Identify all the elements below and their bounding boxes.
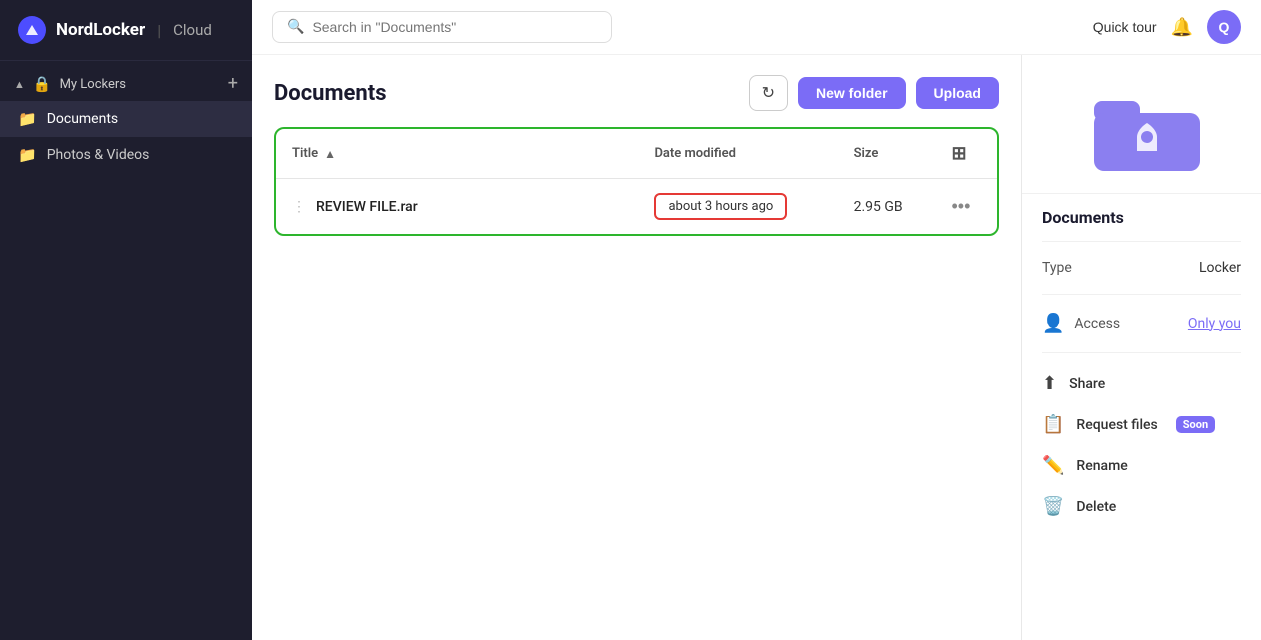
date-col-label: Date modified [654, 146, 735, 161]
folder-icon: 📁 [18, 110, 37, 128]
section-label: My Lockers [60, 77, 126, 92]
view-toggle-column-header: ⊞ [935, 129, 997, 179]
search-input[interactable] [312, 19, 597, 35]
title-column-header: Title ▲ [276, 129, 638, 179]
app-cloud-label: Cloud [173, 21, 212, 39]
share-action[interactable]: ⬆ Share [1022, 363, 1261, 404]
avatar-initials: Q [1219, 19, 1230, 35]
add-locker-button[interactable]: + [228, 75, 238, 93]
panel-divider-1 [1042, 241, 1241, 242]
delete-label: Delete [1076, 499, 1116, 515]
search-icon: 🔍 [287, 19, 304, 35]
date-modified-cell: about 3 hours ago [638, 179, 837, 235]
file-name: REVIEW FILE.rar [316, 199, 418, 215]
table-header-row: Title ▲ Date modified Size [276, 129, 997, 179]
logo-separator: | [157, 21, 161, 40]
panel-folder-name: Documents [1022, 194, 1261, 231]
access-row: 👤 Access Only you [1022, 305, 1261, 342]
delete-action[interactable]: 🗑️ Delete [1022, 486, 1261, 527]
grid-view-icon[interactable]: ⊞ [951, 143, 966, 164]
panel-divider-3 [1042, 352, 1241, 353]
search-box: 🔍 [272, 11, 612, 43]
sidebar-item-photos-label: Photos & Videos [47, 147, 150, 163]
file-browser-header: Documents ↻ New folder Upload [274, 75, 999, 111]
refresh-icon: ↻ [762, 83, 775, 103]
access-label: Access [1074, 316, 1120, 332]
request-files-action[interactable]: 📋 Request files Soon [1022, 404, 1261, 445]
date-modified-value: about 3 hours ago [654, 193, 787, 220]
share-label: Share [1069, 376, 1105, 392]
size-cell: 2.95 GB [838, 179, 936, 235]
upload-button[interactable]: Upload [916, 77, 999, 109]
table-row: ⋮ REVIEW FILE.rar about 3 hours ago 2.95… [276, 179, 997, 235]
request-files-icon: 📋 [1042, 414, 1064, 435]
request-files-label: Request files [1076, 417, 1157, 433]
my-lockers-section: ▲ 🔒 My Lockers + [0, 61, 252, 101]
sidebar-item-documents-label: Documents [47, 111, 118, 127]
soon-badge: Soon [1176, 416, 1215, 433]
access-row-inner: 👤 Access [1042, 313, 1120, 334]
app-name: NordLocker [56, 20, 145, 40]
header-bar: 🔍 Quick tour 🔔 Q [252, 0, 1261, 55]
sort-asc-icon: ▲ [324, 147, 336, 161]
folder-svg-icon [1092, 85, 1202, 175]
new-folder-button[interactable]: New folder [798, 77, 906, 109]
header-right: Quick tour 🔔 Q [1093, 10, 1241, 44]
file-browser: Documents ↻ New folder Upload [252, 55, 1021, 640]
sidebar-item-documents[interactable]: 📁 Documents [0, 101, 252, 137]
date-modified-column-header: Date modified [638, 129, 837, 179]
bell-icon: 🔔 [1171, 17, 1193, 38]
rename-label: Rename [1076, 458, 1127, 474]
size-col-label: Size [854, 146, 879, 161]
nordlocker-logo-icon [18, 16, 46, 44]
quick-tour-button[interactable]: Quick tour [1093, 19, 1157, 35]
avatar-button[interactable]: Q [1207, 10, 1241, 44]
drag-handle-icon: ⋮ [292, 199, 306, 215]
section-left: ▲ 🔒 My Lockers [14, 75, 126, 93]
more-options-cell: ••• [935, 179, 997, 235]
folder-preview [1022, 55, 1261, 194]
panel-divider-2 [1042, 294, 1241, 295]
right-panel: Documents Type Locker 👤 Access Only you … [1021, 55, 1261, 640]
sidebar-item-photos-videos[interactable]: 📁 Photos & Videos [0, 137, 252, 173]
more-options-button[interactable]: ••• [951, 196, 970, 217]
file-table: Title ▲ Date modified Size [276, 129, 997, 234]
logo-area: NordLocker | Cloud [0, 0, 252, 61]
chevron-up-icon: ▲ [14, 78, 25, 91]
type-label: Type [1042, 260, 1072, 276]
title-col-label: Title [292, 146, 318, 161]
ellipsis-icon: ••• [951, 196, 970, 217]
access-icon: 👤 [1042, 313, 1064, 334]
file-table-wrapper: Title ▲ Date modified Size [274, 127, 999, 236]
main-content: 🔍 Quick tour 🔔 Q Documents ↻ New folde [252, 0, 1261, 640]
sidebar: NordLocker | Cloud ▲ 🔒 My Lockers + 📁 Do… [0, 0, 252, 640]
toolbar-right: ↻ New folder Upload [749, 75, 999, 111]
locker-icon-sm: 🔒 [33, 75, 52, 93]
photos-icon: 📁 [18, 146, 37, 164]
file-name-cell: ⋮ REVIEW FILE.rar [276, 179, 638, 235]
rename-action[interactable]: ✏️ Rename [1022, 445, 1261, 486]
refresh-button[interactable]: ↻ [749, 75, 788, 111]
access-value[interactable]: Only you [1188, 316, 1241, 332]
type-row: Type Locker [1022, 252, 1261, 284]
size-column-header: Size [838, 129, 936, 179]
folder-preview-icon [1092, 85, 1192, 173]
notifications-button[interactable]: 🔔 [1171, 17, 1193, 38]
size-value: 2.95 GB [854, 199, 903, 215]
type-value: Locker [1199, 260, 1241, 276]
page-title: Documents [274, 81, 387, 106]
delete-icon: 🗑️ [1042, 496, 1064, 517]
content-area: Documents ↻ New folder Upload [252, 55, 1261, 640]
share-icon: ⬆ [1042, 373, 1057, 394]
rename-icon: ✏️ [1042, 455, 1064, 476]
